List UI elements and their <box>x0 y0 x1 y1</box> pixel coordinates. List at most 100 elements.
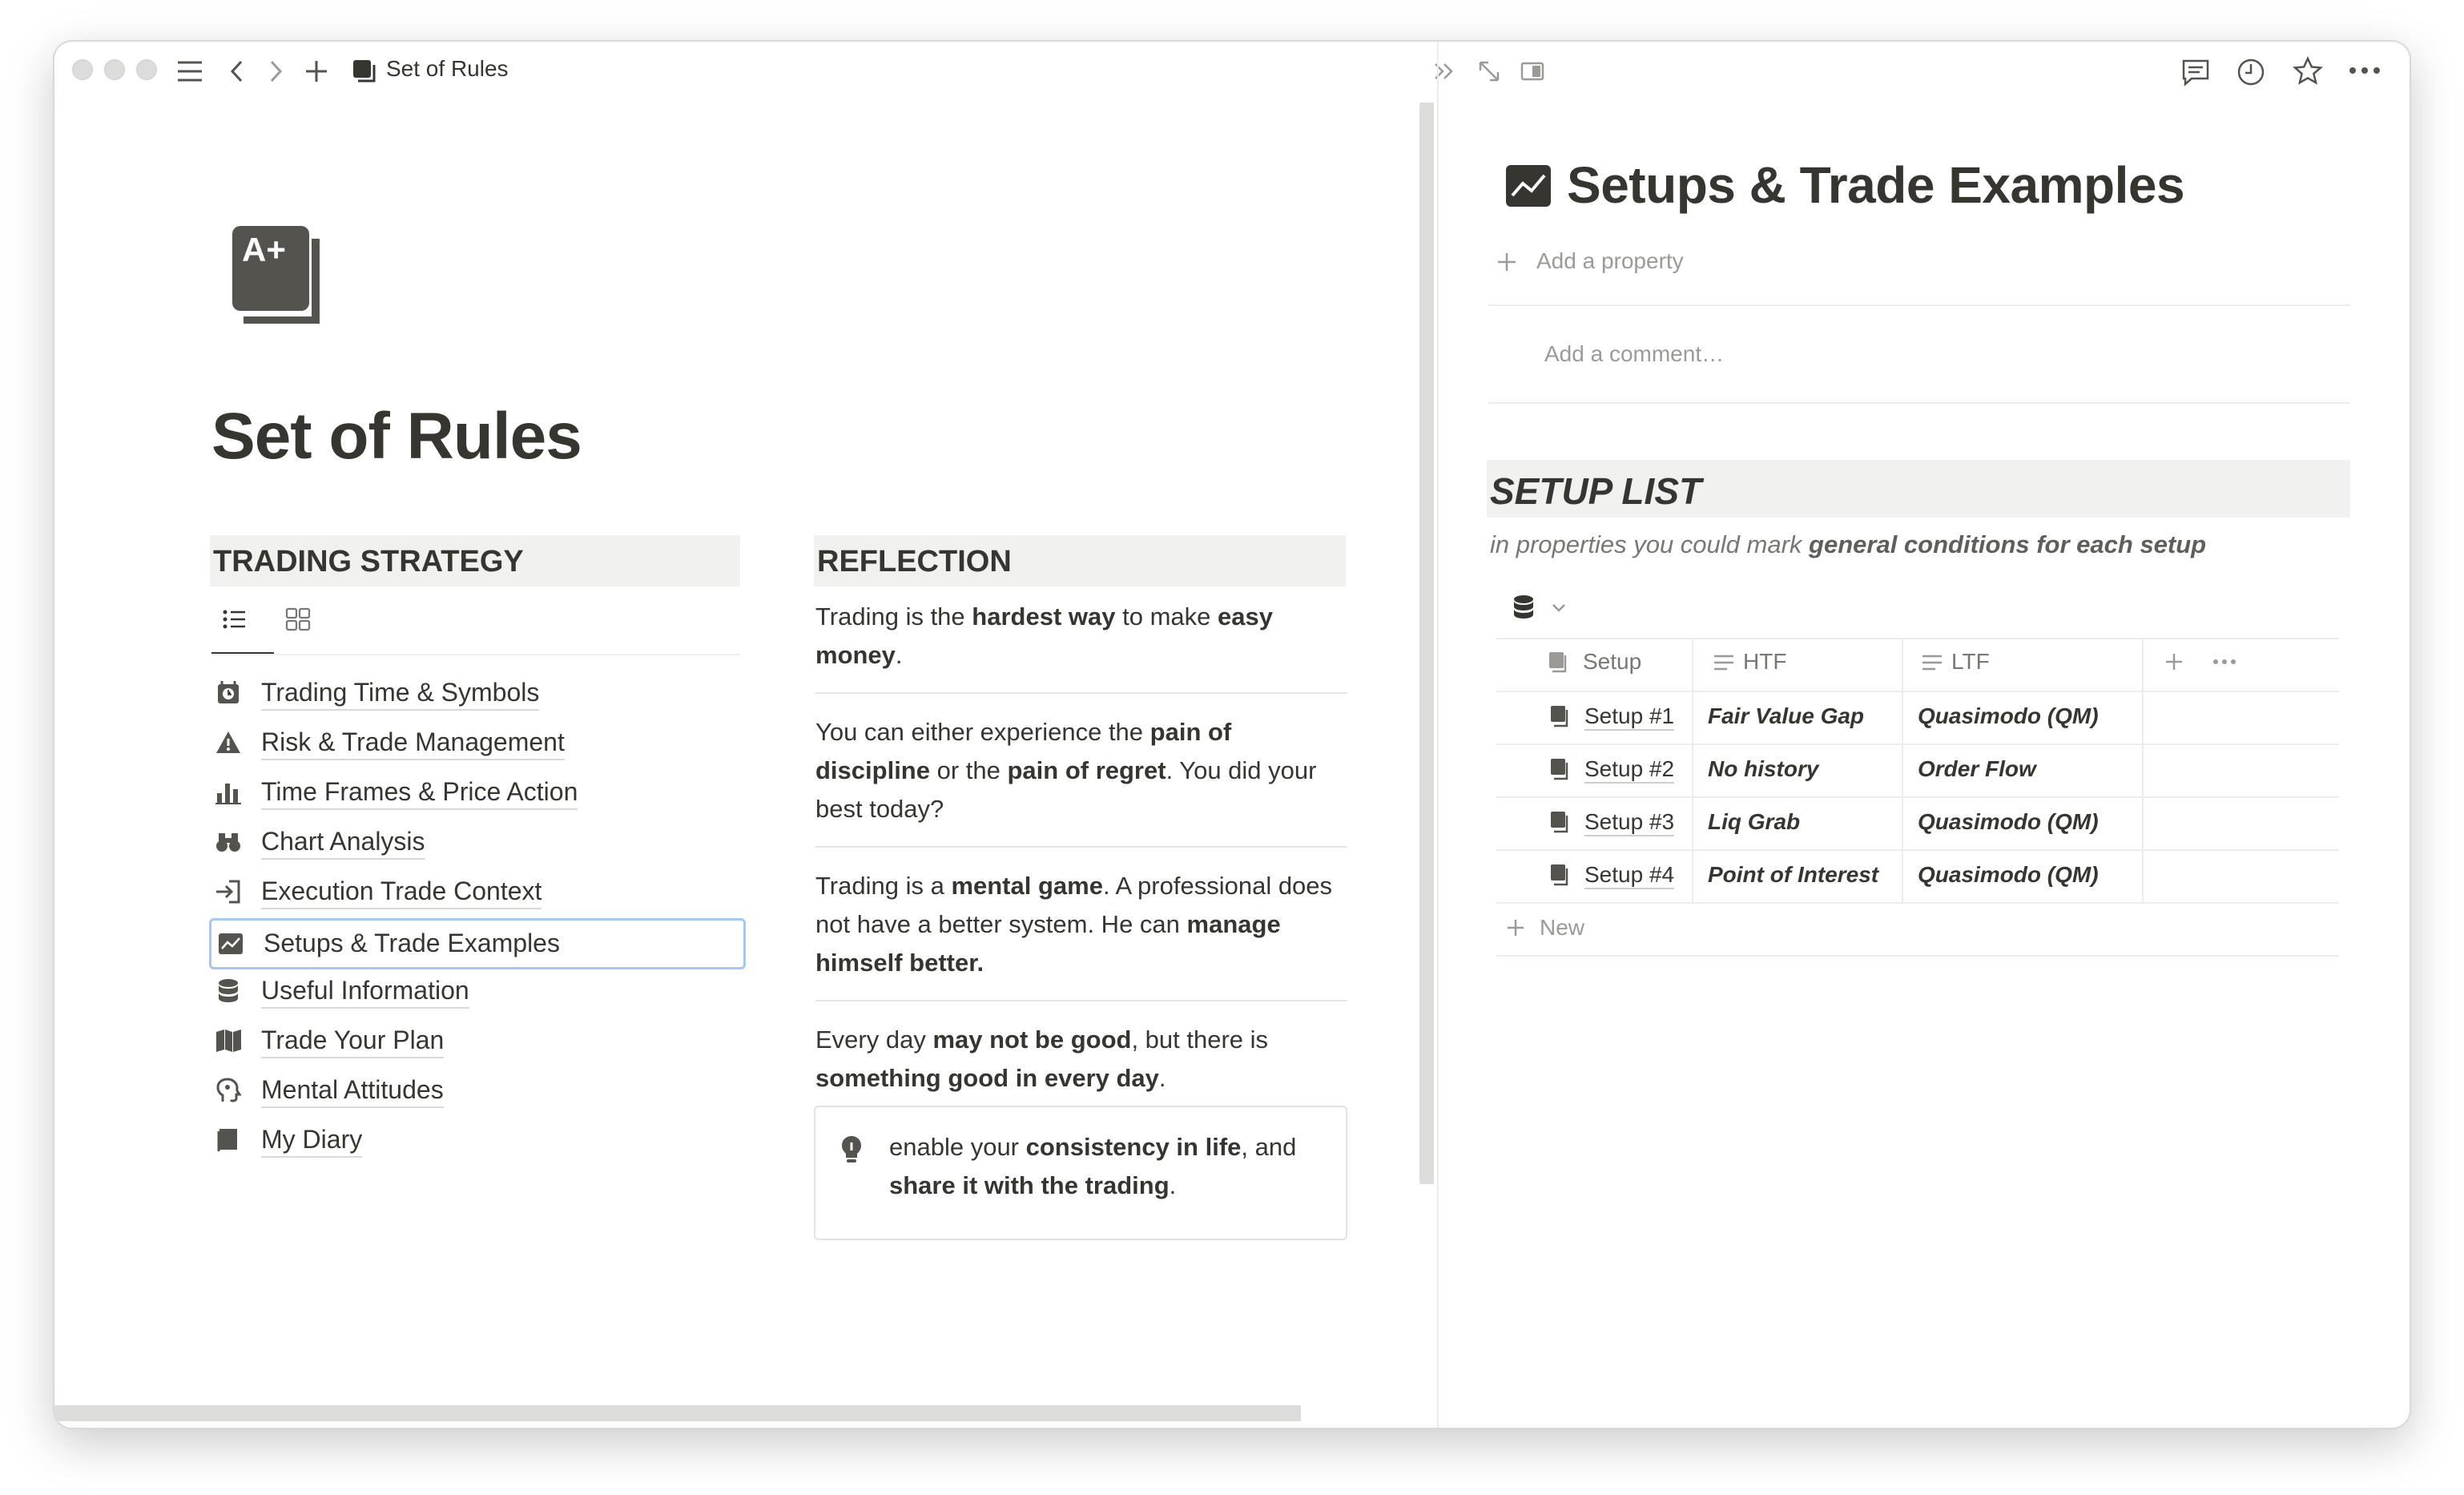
column-separator <box>1692 638 1693 902</box>
reflection-quote-1: Trading is the hardest way to make easy … <box>815 602 1273 669</box>
reflection-quote-4: Every day may not be good, but there is … <box>815 1026 1269 1092</box>
table-top-border <box>1496 638 2339 639</box>
bar-chart-icon <box>215 779 242 806</box>
page-icon <box>1549 703 1570 727</box>
warning-icon <box>215 729 242 756</box>
book-icon <box>215 1126 242 1154</box>
favorite-star-icon[interactable] <box>2293 56 2323 87</box>
table-cell-htf[interactable]: Fair Value Gap <box>1708 703 1864 729</box>
table-cell-htf[interactable]: Point of Interest <box>1708 862 1878 888</box>
column-separator <box>2142 638 2144 902</box>
add-column-icon[interactable] <box>2164 652 2184 671</box>
trend-icon <box>1506 165 1551 207</box>
history-icon[interactable] <box>2237 58 2265 87</box>
column-header-ltf[interactable]: LTF <box>1951 649 1990 675</box>
gallery-view-icon[interactable] <box>285 607 311 631</box>
list-item-useful-information[interactable]: Useful Information <box>211 968 740 1014</box>
list-item-mental-attitudes[interactable]: Mental Attitudes <box>211 1067 740 1114</box>
right-page-title: Setups & Trade Examples <box>1567 156 2185 214</box>
table-row-setup-4[interactable]: Setup #4 <box>1584 862 1675 889</box>
chevron-down-icon[interactable] <box>1551 602 1567 614</box>
table-cell-ltf[interactable]: Quasimodo (QM) <box>1918 809 2099 835</box>
text-property-icon <box>1713 654 1735 671</box>
breadcrumb-page-title[interactable]: Set of Rules <box>386 56 509 82</box>
expand-icon[interactable] <box>1477 59 1501 83</box>
add-property-button[interactable]: Add a property <box>1536 248 1684 274</box>
table-row-setup-2[interactable]: Setup #2 <box>1584 756 1675 784</box>
reflection-divider <box>815 1000 1347 1001</box>
reflection-heading: REFLECTION <box>814 535 1346 586</box>
svg-text:A+: A+ <box>242 231 286 268</box>
new-page-icon[interactable] <box>304 59 328 83</box>
list-item-trading-time[interactable]: Trading Time & Symbols <box>211 670 740 716</box>
new-row-button[interactable]: New <box>1540 915 1584 941</box>
table-header-border <box>1496 691 2339 692</box>
sidebar-menu-icon[interactable] <box>176 59 203 83</box>
column-header-setup[interactable]: Setup <box>1583 649 1641 675</box>
column-header-htf[interactable]: HTF <box>1743 649 1786 675</box>
horizontal-scrollbar[interactable] <box>54 1405 1301 1421</box>
comment-divider <box>1488 402 2350 404</box>
property-divider <box>1488 304 2350 306</box>
back-icon[interactable] <box>229 59 245 83</box>
reflection-quote-3: Trading is a mental game. A professional… <box>815 872 1333 977</box>
pane-splitter[interactable] <box>1437 42 1439 1428</box>
callout-text: enable your consistency in life, and sha… <box>889 1133 1297 1199</box>
row-divider <box>1496 796 2339 798</box>
table-cell-ltf[interactable]: Quasimodo (QM) <box>1918 862 2099 888</box>
callout-block: enable your consistency in life, and sha… <box>814 1106 1347 1240</box>
list-item-setups-selected[interactable]: Setups & Trade Examples <box>209 918 746 969</box>
page-icon-small <box>351 58 376 83</box>
table-bottom-border <box>1496 955 2339 957</box>
setup-list-subtitle: in properties you could mark general con… <box>1490 530 2207 558</box>
trading-strategy-heading: TRADING STRATEGY <box>210 535 740 586</box>
comments-icon[interactable] <box>2180 58 2211 87</box>
window-zoom-button[interactable] <box>136 59 157 80</box>
list-item-risk-management[interactable]: Risk & Trade Management <box>211 719 740 766</box>
table-cell-ltf[interactable]: Quasimodo (QM) <box>1918 703 2099 729</box>
page-icon <box>1549 809 1570 833</box>
binoculars-icon <box>215 828 242 856</box>
plus-icon[interactable] <box>1496 252 1517 272</box>
list-item-my-diary[interactable]: My Diary <box>211 1117 740 1163</box>
database-icon <box>215 977 242 1005</box>
list-item-trade-your-plan[interactable]: Trade Your Plan <box>211 1017 740 1064</box>
reflection-divider <box>815 846 1347 848</box>
comment-input[interactable]: Add a comment… <box>1544 341 1724 367</box>
trend-icon <box>217 930 244 957</box>
close-peek-icon[interactable] <box>1432 59 1456 83</box>
list-item-chart-analysis[interactable]: Chart Analysis <box>211 819 740 865</box>
page-icon <box>1549 862 1570 886</box>
list-item-time-frames[interactable]: Time Frames & Price Action <box>211 769 740 816</box>
text-property-icon <box>1921 654 1943 671</box>
head-icon <box>215 1077 242 1104</box>
column-separator <box>1902 638 1903 902</box>
table-cell-htf[interactable]: Liq Grab <box>1708 809 1800 835</box>
page-title: Set of Rules <box>211 400 582 473</box>
forward-icon[interactable] <box>268 59 284 83</box>
time-icon <box>215 679 242 707</box>
list-view-icon[interactable] <box>223 609 247 630</box>
map-icon <box>215 1027 242 1054</box>
page-cover-icon: A+ <box>232 226 322 324</box>
more-options-icon[interactable] <box>2349 66 2381 75</box>
database-icon[interactable] <box>1512 594 1535 620</box>
page-icon <box>1549 756 1570 780</box>
table-cell-htf[interactable]: No history <box>1708 756 1818 782</box>
window-minimize-button[interactable] <box>104 59 125 80</box>
setup-list-heading: SETUP LIST <box>1487 460 2350 518</box>
column-options-icon[interactable] <box>2212 659 2237 665</box>
app-window: Set of Rules A+ Set of Rules TRADING STR… <box>54 42 2410 1428</box>
window-close-button[interactable] <box>72 59 93 80</box>
side-peek-icon[interactable] <box>1520 61 1544 82</box>
reflection-divider <box>815 692 1347 694</box>
title-property-icon <box>1548 651 1568 673</box>
table-row-setup-1[interactable]: Setup #1 <box>1584 703 1675 731</box>
plus-icon[interactable] <box>1506 918 1525 937</box>
table-cell-ltf[interactable]: Order Flow <box>1918 756 2036 782</box>
row-divider <box>1496 902 2339 904</box>
list-item-execution-context[interactable]: Execution Trade Context <box>211 868 740 915</box>
table-row-setup-3[interactable]: Setup #3 <box>1584 809 1675 836</box>
reflection-quote-2: You can either experience the pain of di… <box>815 718 1317 823</box>
left-pane-scrollbar[interactable] <box>1419 103 1434 1184</box>
